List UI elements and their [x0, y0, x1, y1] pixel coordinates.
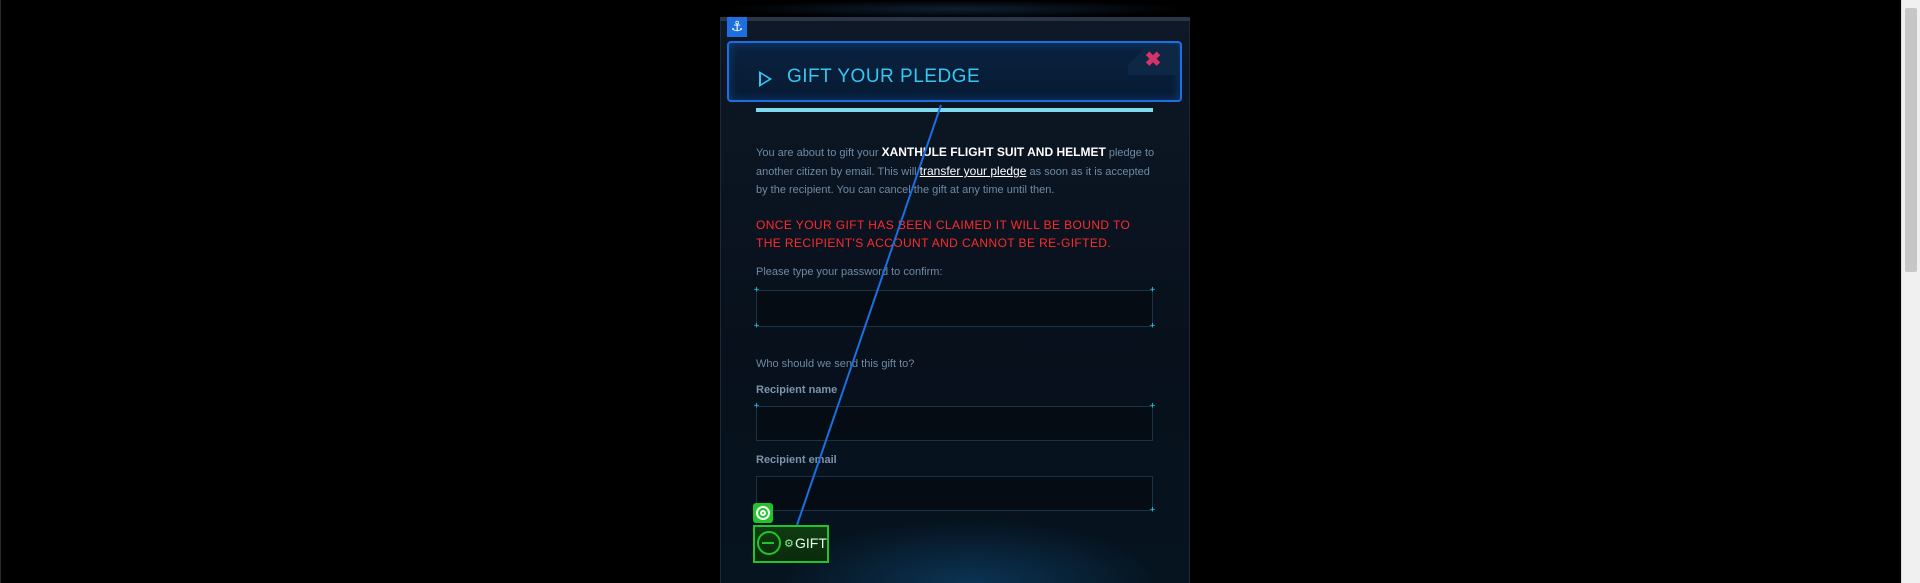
- scrollbar-thumb[interactable]: [1905, 8, 1917, 272]
- modal-title: GIFT YOUR PLEDGE: [787, 66, 981, 87]
- page-stage: GIFT YOUR PLEDGE ✖ You are about to gift…: [0, 0, 1920, 583]
- recipient-name-field[interactable]: [757, 407, 1152, 440]
- recipient-email-field-wrapper: +: [756, 476, 1156, 515]
- field-corner-marker: +: [1149, 505, 1156, 515]
- field-corner-marker: +: [753, 285, 760, 295]
- password-prompt: Please type your password to confirm:: [756, 266, 943, 278]
- warning-message: ONCE YOUR GIFT HAS BEEN CLAIMED IT WILL …: [756, 218, 1131, 250]
- field-corner-marker: +: [753, 401, 760, 411]
- vertical-scrollbar[interactable]: [1901, 0, 1920, 583]
- modal-top-bar: [720, 17, 1190, 21]
- gift-button[interactable]: ⚙ GIFT: [753, 525, 829, 563]
- pledge-item-name: XANTHULE FLIGHT SUIT AND HELMET: [881, 145, 1106, 159]
- recipient-name-label: Recipient name: [756, 384, 838, 396]
- close-button[interactable]: ✖: [1128, 45, 1178, 75]
- window-left-edge: [0, 0, 1, 583]
- top-glow: [720, 0, 1190, 18]
- recipient-email-field[interactable]: [757, 477, 1152, 510]
- field-corner-marker: +: [1149, 321, 1156, 331]
- recipient-email-label: Recipient email: [756, 454, 837, 466]
- password-field-wrapper: + + + +: [753, 285, 1156, 331]
- play-arrow-icon: [759, 71, 772, 87]
- gear-icon: ⚙: [784, 537, 794, 550]
- header-accent-line: [756, 108, 1153, 112]
- anchor-icon: ⚓: [727, 17, 747, 37]
- transfer-pledge-link[interactable]: transfer your pledge: [920, 164, 1027, 178]
- gift-button-label: GIFT: [795, 535, 827, 551]
- password-field[interactable]: [757, 291, 1152, 326]
- gift-circle-icon: [757, 531, 781, 555]
- recipient-name-field-wrapper: + +: [753, 401, 1156, 441]
- field-corner-marker: +: [1149, 285, 1156, 295]
- gift-description: You are about to gift your XANTHULE FLIG…: [756, 143, 1156, 199]
- field-corner-marker: +: [1149, 401, 1156, 411]
- target-icon: [753, 503, 773, 523]
- field-corner-marker: +: [753, 321, 760, 331]
- recipient-prompt: Who should we send this gift to?: [756, 358, 915, 370]
- modal-header: GIFT YOUR PLEDGE ✖: [727, 41, 1182, 102]
- intro-text-start: You are about to gift your: [756, 147, 879, 159]
